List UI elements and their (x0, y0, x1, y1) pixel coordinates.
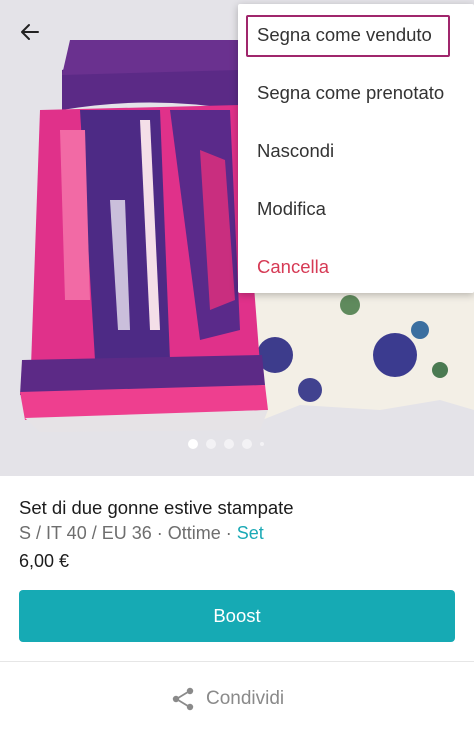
item-price: 6,00 € (19, 551, 70, 571)
item-title: Set di due gonne estive stampate (19, 497, 294, 518)
menu-item-label: Modifica (257, 198, 326, 219)
share-button[interactable]: Condividi (170, 684, 284, 714)
menu-item-hide[interactable]: Nascondi (238, 122, 474, 180)
boost-button[interactable]: Boost (19, 590, 455, 642)
carousel-dot[interactable] (206, 439, 216, 449)
menu-item-mark-reserved[interactable]: Segna come prenotato (238, 64, 474, 122)
carousel-dot[interactable] (224, 439, 234, 449)
arrow-left-icon (21, 24, 39, 40)
menu-item-label: Segna come venduto (257, 24, 432, 45)
item-detail-screen: Segna come venduto Segna come prenotato … (0, 0, 474, 734)
carousel-dot[interactable] (260, 442, 264, 446)
divider (0, 661, 474, 662)
carousel-dot[interactable] (242, 439, 252, 449)
item-meta-text: S / IT 40 / EU 36 · Ottime · (19, 523, 237, 543)
share-label: Condividi (206, 688, 285, 709)
overflow-menu: Segna come venduto Segna come prenotato … (238, 4, 474, 293)
boost-button-label: Boost (213, 605, 261, 626)
menu-item-mark-sold[interactable]: Segna come venduto (238, 6, 474, 64)
menu-item-label: Segna come prenotato (257, 82, 445, 103)
menu-item-edit[interactable]: Modifica (238, 180, 474, 238)
item-category-link[interactable]: Set (237, 523, 264, 543)
menu-item-delete[interactable]: Cancella (238, 238, 474, 296)
carousel-dot[interactable] (188, 439, 198, 449)
menu-item-label: Nascondi (257, 140, 335, 161)
menu-item-label: Cancella (257, 256, 329, 277)
item-meta: S / IT 40 / EU 36 · Ottime · Set (19, 523, 264, 544)
back-button[interactable] (12, 14, 48, 50)
share-icon (172, 687, 194, 711)
carousel-indicator (188, 438, 264, 450)
